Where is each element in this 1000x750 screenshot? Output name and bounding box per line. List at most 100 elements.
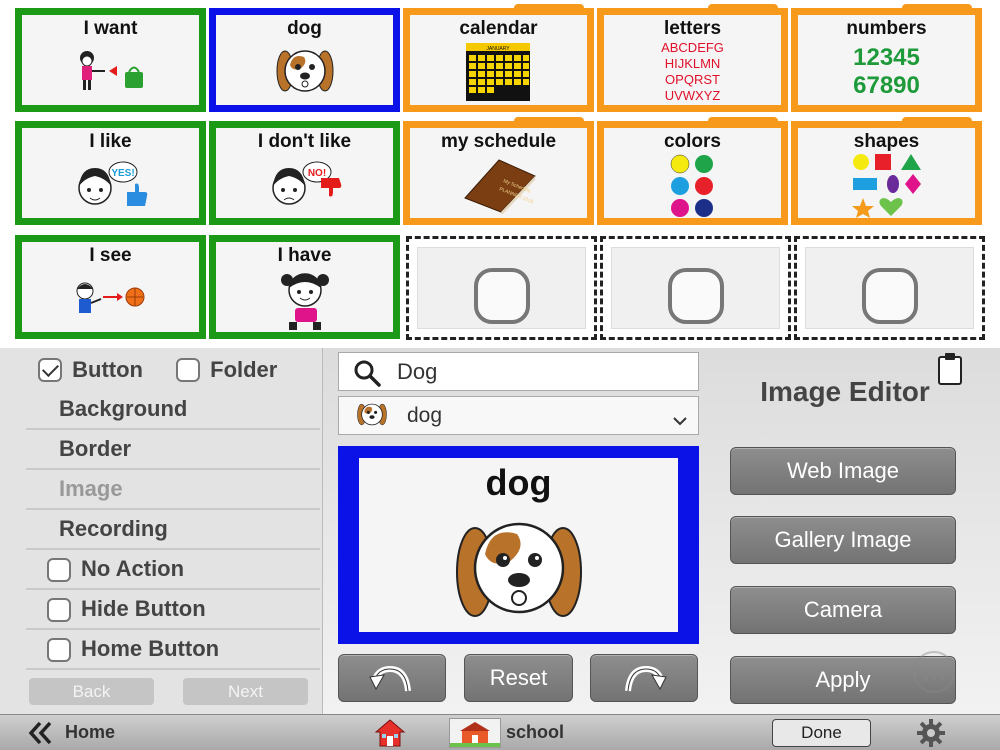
- dog-thumbnail-icon: [355, 400, 389, 442]
- empty-slot-icon: [473, 268, 530, 324]
- tile-dog[interactable]: dog: [209, 8, 400, 112]
- home-label[interactable]: Home: [65, 722, 115, 743]
- menu-background[interactable]: Background: [26, 390, 320, 430]
- rotate-right-button[interactable]: [590, 654, 698, 702]
- option-home-button[interactable]: Home Button: [26, 630, 320, 670]
- menu-label: Image: [59, 476, 123, 501]
- numbers-line: 67890: [853, 72, 920, 99]
- empty-slot[interactable]: [600, 236, 791, 340]
- preview-label: dog: [485, 462, 552, 503]
- button-grid: I want dog calendar JANUARY letters ABCD…: [0, 0, 1000, 348]
- calendar-icon: JANUARY: [410, 41, 587, 103]
- tile-label: colors: [663, 131, 722, 152]
- option-label: No Action: [81, 556, 185, 581]
- tile-i-dont-like[interactable]: I don't like NO!: [209, 121, 400, 225]
- shapes-icon: [798, 154, 975, 218]
- folder-tab: [708, 4, 778, 14]
- folder-checkbox[interactable]: [176, 358, 200, 383]
- empty-slot-icon: [861, 268, 918, 324]
- folder-colors[interactable]: colors: [597, 117, 788, 225]
- girl-with-gift-icon: [216, 268, 393, 330]
- rotate-left-button[interactable]: [338, 654, 446, 702]
- menu-border[interactable]: Border: [26, 430, 320, 470]
- image-editor-title: Image Editor: [760, 376, 930, 407]
- home-icon[interactable]: [374, 718, 406, 750]
- folder-calendar[interactable]: calendar JANUARY: [403, 4, 594, 112]
- button-preview: dog: [338, 446, 699, 644]
- empty-slot[interactable]: [794, 236, 985, 340]
- tile-label: calendar: [459, 18, 538, 39]
- option-hide-button[interactable]: Hide Button: [26, 590, 320, 630]
- letters-line: OPQRST: [665, 72, 720, 87]
- image-search-input[interactable]: Dog: [338, 352, 699, 391]
- no-action-checkbox[interactable]: [47, 558, 71, 582]
- svg-text:JANUARY: JANUARY: [486, 46, 510, 52]
- folder-tab: [708, 117, 778, 127]
- tile-i-like[interactable]: I like YES!: [15, 121, 206, 225]
- dog-icon: [359, 514, 678, 622]
- tile-label: I like: [89, 131, 132, 152]
- tile-i-see[interactable]: I see: [15, 235, 206, 339]
- rotate-right-icon: [625, 665, 667, 692]
- dog-icon: [216, 41, 393, 103]
- search-icon: [353, 359, 381, 398]
- letters-line: ABCDEFG: [661, 40, 724, 55]
- tile-label: shapes: [853, 131, 920, 152]
- tile-label: I have: [277, 245, 332, 266]
- girl-pointing-bag-icon: [22, 41, 199, 103]
- logo-watermark-icon: [910, 648, 958, 701]
- reset-button[interactable]: Reset: [464, 654, 573, 702]
- select-value: dog: [407, 404, 443, 427]
- current-folder-label: school: [506, 722, 565, 742]
- type-button-option[interactable]: Button: [38, 356, 143, 383]
- empty-slot[interactable]: [406, 236, 597, 340]
- planner-book-icon: My Schedule PLANNER 2018: [410, 154, 587, 216]
- web-image-button[interactable]: Web Image: [730, 447, 956, 495]
- hide-button-checkbox[interactable]: [47, 598, 71, 622]
- back-button[interactable]: Back: [29, 678, 154, 705]
- rotate-left-icon: [369, 665, 411, 692]
- tile-label: letters: [663, 18, 722, 39]
- folder-my-schedule[interactable]: my schedule My Schedule PLANNER 2018: [403, 117, 594, 225]
- folder-letters[interactable]: letters ABCDEFG HIJKLMN OPQRST UVWXYZ: [597, 4, 788, 112]
- folder-tab: [514, 117, 584, 127]
- option-no-action[interactable]: No Action: [26, 550, 320, 590]
- svg-text:YES!: YES!: [111, 168, 134, 179]
- home-button-checkbox[interactable]: [47, 638, 71, 662]
- boy-sees-ball-icon: [22, 268, 199, 330]
- type-folder-option[interactable]: Folder: [176, 356, 277, 383]
- tile-label: dog: [287, 18, 322, 39]
- numbers-icon: 12345 67890: [798, 41, 975, 103]
- tile-i-want[interactable]: I want: [15, 8, 206, 112]
- gear-icon[interactable]: [916, 718, 946, 750]
- numbers-line: 12345: [853, 44, 920, 71]
- folder-tab: [902, 117, 972, 127]
- chevron-down-icon: [670, 406, 690, 443]
- tile-label: I want: [83, 18, 138, 39]
- edit-options-panel: Button Folder Background Border Image Re…: [0, 348, 323, 714]
- svg-text:NO!: NO!: [307, 168, 325, 179]
- double-chevron-left-icon[interactable]: [26, 719, 54, 750]
- menu-image[interactable]: Image: [26, 470, 320, 510]
- color-dots-icon: [604, 154, 781, 217]
- image-editor-panel: Button Folder Background Border Image Re…: [0, 348, 1000, 714]
- image-result-select[interactable]: dog: [338, 396, 699, 435]
- tile-label: I see: [89, 245, 132, 266]
- menu-recording[interactable]: Recording: [26, 510, 320, 550]
- folder-shapes[interactable]: shapes: [791, 117, 982, 225]
- option-label: Home Button: [81, 636, 220, 661]
- letters-line: HIJKLMN: [664, 56, 721, 71]
- done-button[interactable]: Done: [772, 719, 871, 747]
- camera-button[interactable]: Camera: [730, 586, 956, 634]
- button-checkbox[interactable]: [38, 358, 62, 383]
- girl-thumbs-down-icon: NO!: [216, 154, 393, 216]
- gallery-image-button[interactable]: Gallery Image: [730, 516, 956, 564]
- letters-line: UVWXYZ: [664, 88, 721, 103]
- tile-label: numbers: [846, 18, 927, 39]
- next-button[interactable]: Next: [183, 678, 308, 705]
- folder-numbers[interactable]: numbers 12345 67890: [791, 4, 982, 112]
- bottom-navigation-bar: Home school Done: [0, 714, 1000, 750]
- search-value: Dog: [397, 359, 438, 384]
- school-thumbnail-icon[interactable]: [449, 718, 501, 748]
- tile-i-have[interactable]: I have: [209, 235, 400, 339]
